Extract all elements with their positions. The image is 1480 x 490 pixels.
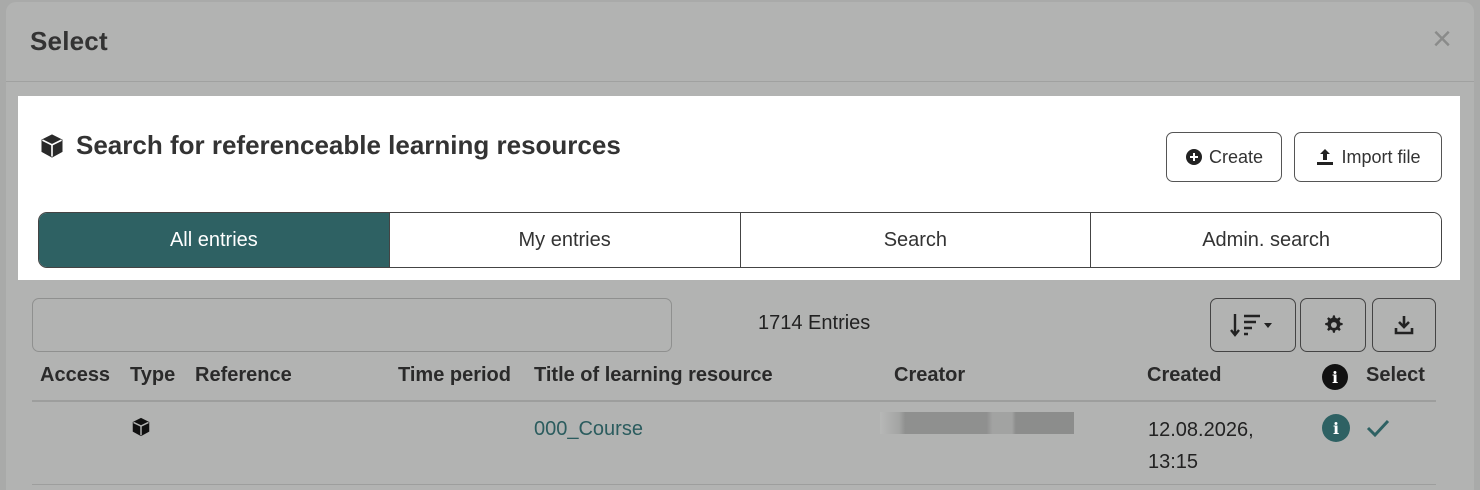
gear-icon bbox=[1325, 315, 1343, 333]
col-access[interactable]: Access bbox=[40, 364, 110, 387]
download-icon bbox=[1394, 316, 1414, 335]
col-reference[interactable]: Reference bbox=[195, 364, 292, 387]
tab-my-entries[interactable]: My entries bbox=[388, 213, 740, 267]
plus-circle-icon bbox=[1185, 149, 1202, 165]
table-settings-button[interactable] bbox=[1300, 298, 1366, 352]
info-icon: i bbox=[1322, 364, 1348, 390]
created-date: 12.08.2026, bbox=[1148, 419, 1254, 441]
table-header-divider bbox=[32, 400, 1436, 402]
created-time: 13:15 bbox=[1148, 451, 1199, 473]
col-type[interactable]: Type bbox=[130, 364, 175, 387]
sort-button[interactable] bbox=[1210, 298, 1296, 352]
quick-search-input[interactable] bbox=[32, 298, 672, 352]
cube-icon bbox=[132, 417, 150, 437]
creator-redacted bbox=[880, 412, 1074, 434]
sort-icon bbox=[1230, 314, 1272, 337]
entries-count: 1714 Entries bbox=[758, 312, 871, 334]
col-created[interactable]: Created bbox=[1147, 364, 1221, 387]
row-divider bbox=[32, 484, 1436, 485]
col-title[interactable]: Title of learning resource bbox=[534, 364, 773, 387]
import-file-button[interactable]: Import file bbox=[1294, 132, 1442, 182]
checkmark-icon[interactable] bbox=[1364, 414, 1392, 442]
col-time-period[interactable]: Time period bbox=[398, 364, 511, 387]
upload-icon bbox=[1317, 149, 1334, 165]
tab-admin-search[interactable]: Admin. search bbox=[1090, 213, 1441, 267]
created-cell: 12.08.2026, 13:15 bbox=[1148, 414, 1254, 478]
download-button[interactable] bbox=[1372, 298, 1436, 352]
tab-all-entries[interactable]: All entries bbox=[39, 213, 389, 267]
modal-header: Select × bbox=[6, 2, 1474, 82]
create-button[interactable]: Create bbox=[1166, 132, 1282, 182]
close-icon[interactable]: × bbox=[1432, 22, 1452, 56]
cube-icon bbox=[41, 133, 63, 158]
panel-heading: Search for referenceable learning resour… bbox=[38, 130, 621, 161]
panel-title: Search for referenceable learning resour… bbox=[76, 130, 621, 160]
resource-title-link[interactable]: 000_Course bbox=[534, 418, 643, 441]
row-info-icon[interactable]: i bbox=[1322, 414, 1350, 442]
entry-tabs: All entries My entries Search Admin. sea… bbox=[38, 212, 1442, 268]
tab-search[interactable]: Search bbox=[739, 213, 1091, 267]
import-label: Import file bbox=[1341, 146, 1421, 167]
create-label: Create bbox=[1208, 146, 1264, 167]
search-panel: Search for referenceable learning resour… bbox=[18, 96, 1460, 280]
modal-title: Select bbox=[30, 26, 108, 56]
col-select: Select bbox=[1366, 364, 1425, 386]
col-creator[interactable]: Creator bbox=[894, 364, 965, 387]
